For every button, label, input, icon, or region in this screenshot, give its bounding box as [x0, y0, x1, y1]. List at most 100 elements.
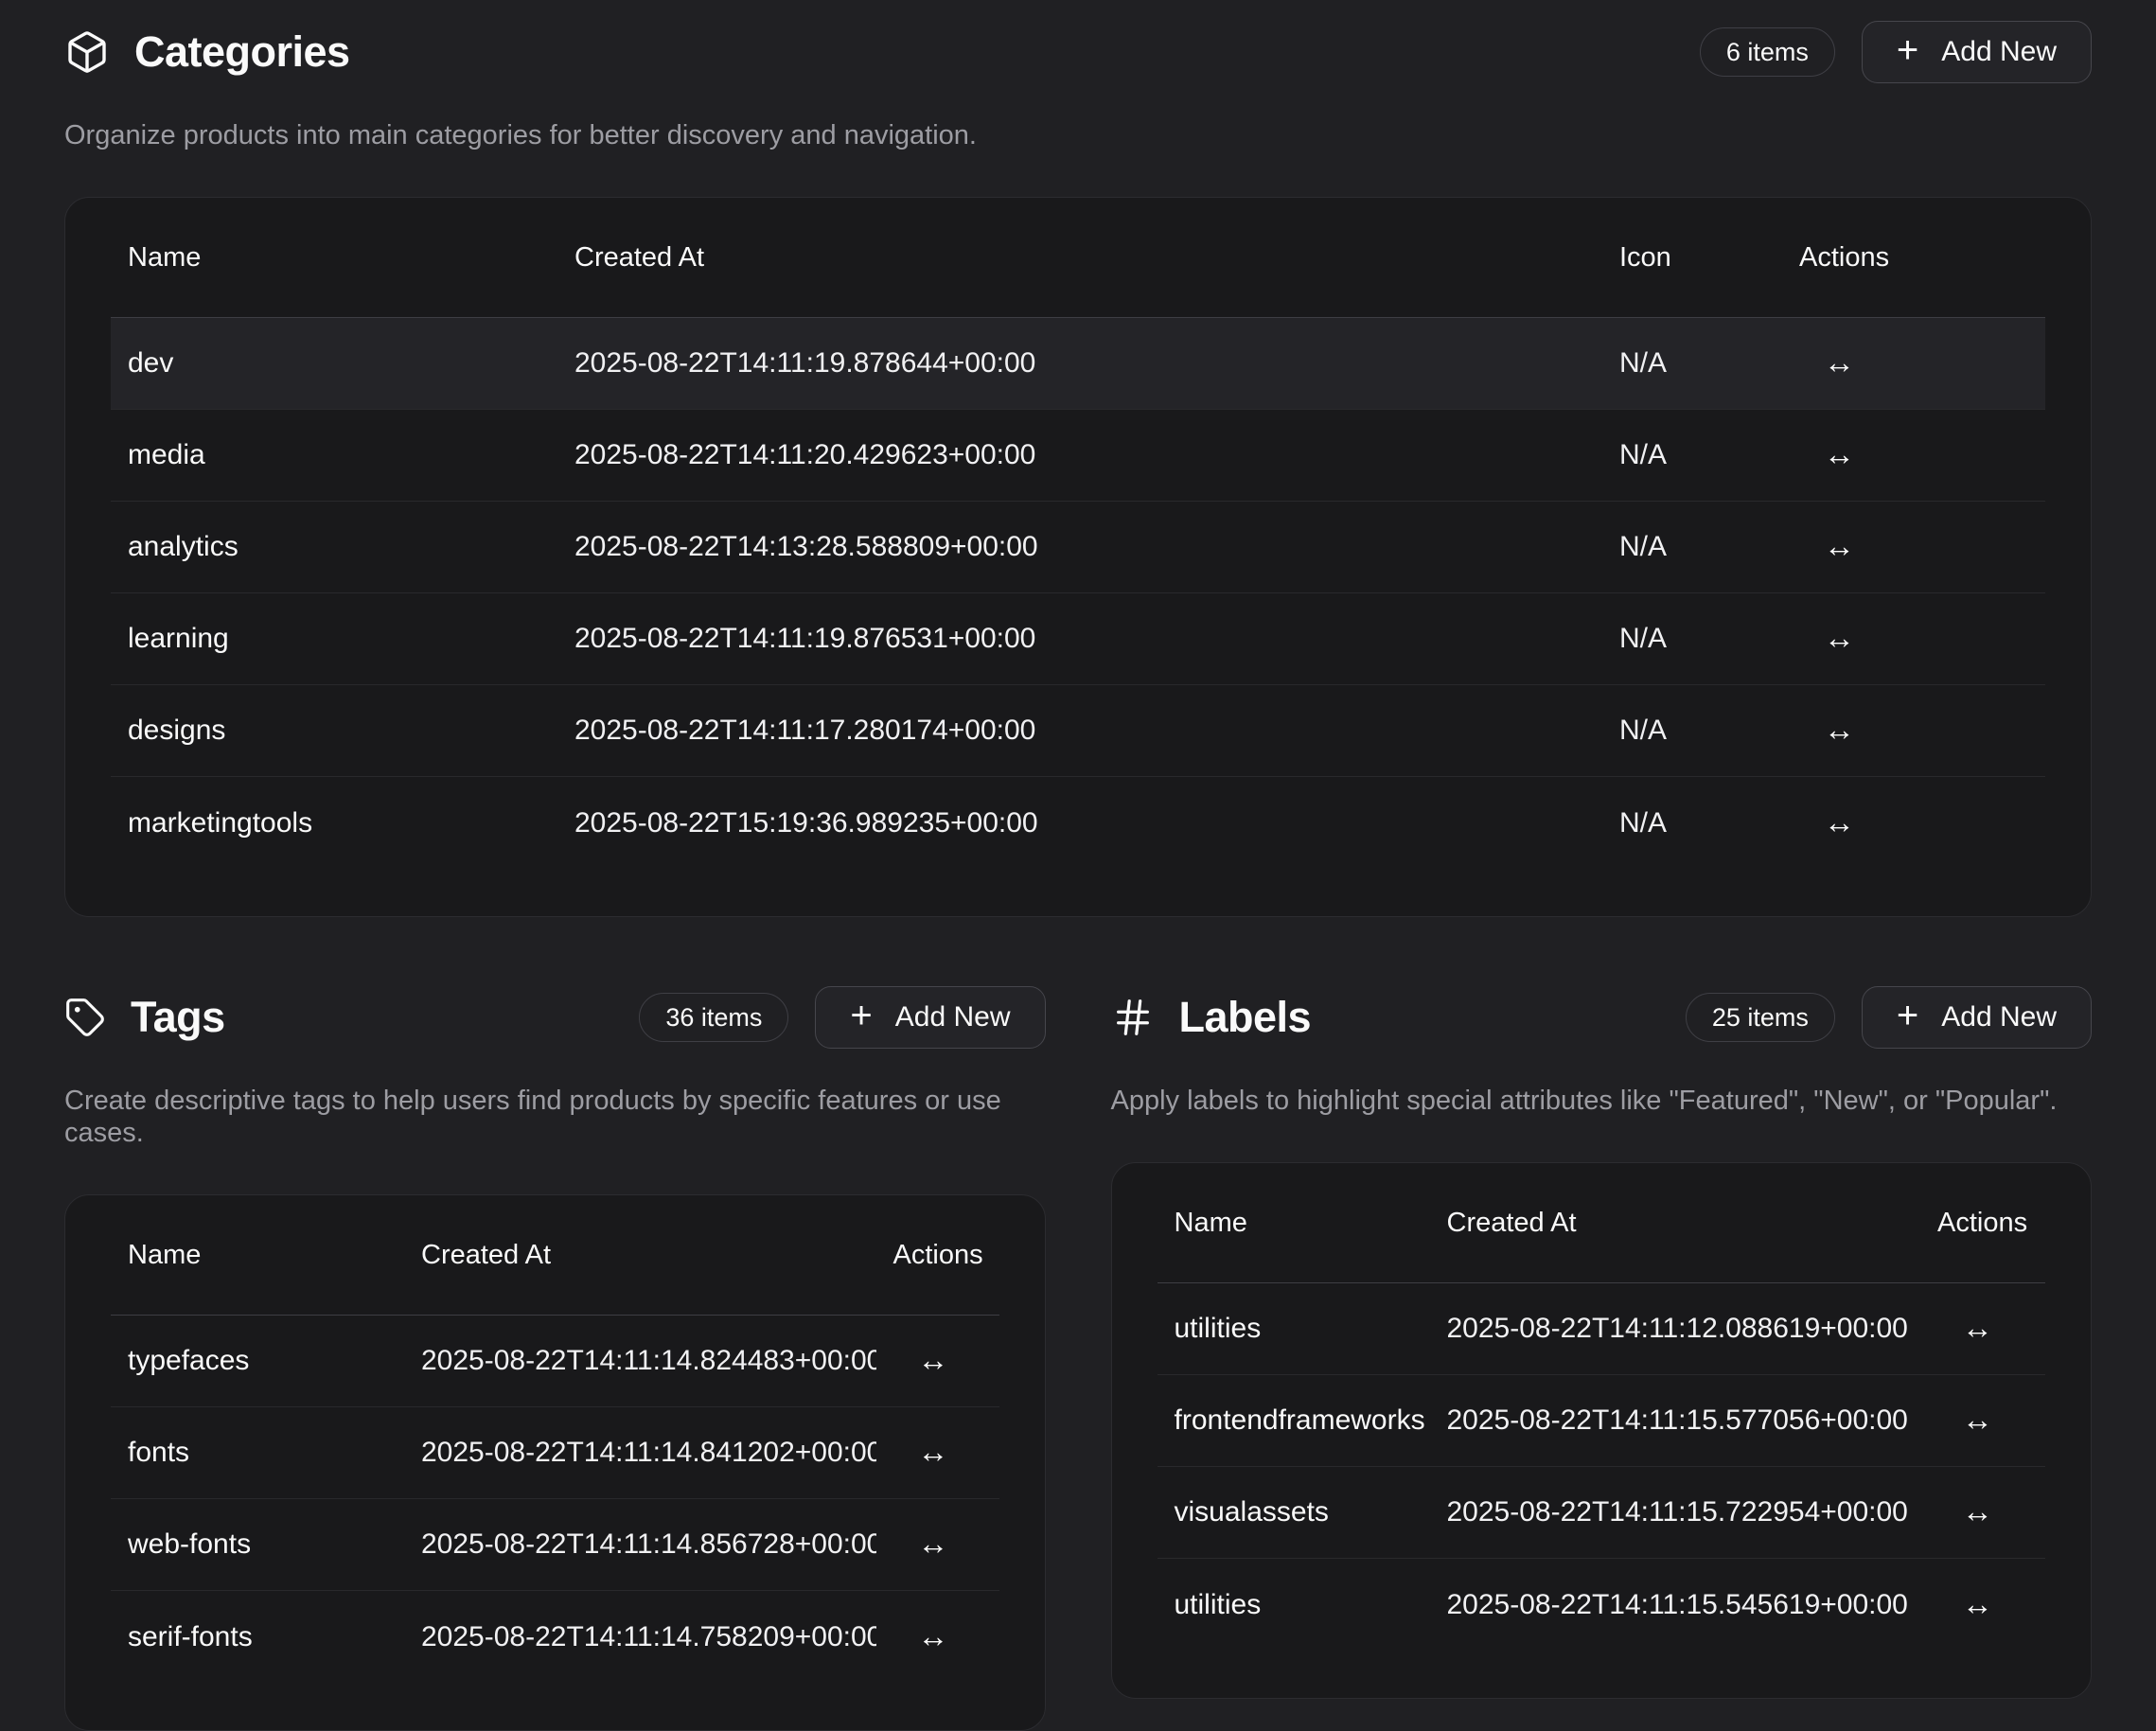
cell-actions: ↔: [1920, 1312, 2045, 1346]
left-right-arrow-icon[interactable]: ↔: [918, 1528, 949, 1561]
cell-created-at: 2025-08-22T14:11:14.824483+00:00: [404, 1345, 876, 1377]
table-row[interactable]: web-fonts 2025-08-22T14:11:14.856728+00:…: [111, 1499, 999, 1591]
labels-header: Labels 25 items + Add New: [1111, 986, 2093, 1049]
categories-header: Categories 6 items + Add New: [64, 21, 2092, 83]
cell-name: visualassets: [1158, 1496, 1430, 1528]
left-right-arrow-icon[interactable]: ↔: [1824, 714, 1855, 747]
left-right-arrow-icon[interactable]: ↔: [1962, 1404, 1993, 1437]
cell-actions: ↔: [1782, 622, 2045, 656]
tags-count-badge: 36 items: [639, 993, 788, 1042]
tags-title: Tags: [131, 993, 225, 1042]
left-right-arrow-icon[interactable]: ↔: [1824, 530, 1855, 563]
table-row[interactable]: marketingtools 2025-08-22T15:19:36.98923…: [111, 777, 2045, 869]
cell-actions: ↔: [1782, 714, 2045, 748]
left-right-arrow-icon[interactable]: ↔: [918, 1344, 949, 1377]
cell-name: frontendframeworks: [1158, 1404, 1430, 1437]
left-right-arrow-icon[interactable]: ↔: [1824, 438, 1855, 471]
cell-actions: ↔: [1920, 1495, 2045, 1529]
table-row[interactable]: visualassets 2025-08-22T14:11:15.722954+…: [1158, 1467, 2046, 1559]
left-right-arrow-icon[interactable]: ↔: [1962, 1588, 1993, 1621]
categories-table-header: Name Created At Icon Actions: [111, 198, 2045, 318]
table-row[interactable]: typefaces 2025-08-22T14:11:14.824483+00:…: [111, 1316, 999, 1407]
add-new-label: Add New: [1941, 1001, 2057, 1033]
column-header-created-at: Created At: [404, 1240, 876, 1271]
cell-icon: N/A: [1602, 531, 1782, 563]
cell-created-at: 2025-08-22T14:11:15.545619+00:00: [1430, 1589, 1921, 1621]
left-right-arrow-icon[interactable]: ↔: [918, 1436, 949, 1469]
tags-card: Name Created At Actions typefaces 2025-0…: [64, 1194, 1046, 1731]
table-row[interactable]: learning 2025-08-22T14:11:19.876531+00:0…: [111, 593, 2045, 685]
table-row[interactable]: serif-fonts 2025-08-22T14:11:14.758209+0…: [111, 1591, 999, 1683]
categories-card: Name Created At Icon Actions dev 2025-08…: [64, 197, 2092, 917]
cell-actions: ↔: [876, 1436, 999, 1470]
cell-actions: ↔: [1782, 438, 2045, 472]
cell-created-at: 2025-08-22T14:11:17.280174+00:00: [557, 715, 1602, 747]
cell-created-at: 2025-08-22T14:11:14.841202+00:00: [404, 1437, 876, 1469]
left-right-arrow-icon[interactable]: ↔: [1824, 346, 1855, 380]
categories-count-badge: 6 items: [1700, 27, 1835, 77]
labels-table: Name Created At Actions utilities 2025-0…: [1158, 1163, 2046, 1651]
categories-header-actions: 6 items + Add New: [1700, 21, 2092, 83]
table-row[interactable]: media 2025-08-22T14:11:20.429623+00:00 N…: [111, 410, 2045, 502]
bottom-sections: Tags 36 items + Add New Create descripti…: [64, 986, 2092, 1731]
cell-created-at: 2025-08-22T14:11:20.429623+00:00: [557, 439, 1602, 471]
left-right-arrow-icon[interactable]: ↔: [1824, 622, 1855, 655]
tags-table: Name Created At Actions typefaces 2025-0…: [111, 1195, 999, 1683]
column-header-actions: Actions: [1920, 1208, 2045, 1239]
cell-actions: ↔: [1920, 1588, 2045, 1622]
page: Categories 6 items + Add New Organize pr…: [0, 21, 2156, 1731]
column-header-actions: Actions: [876, 1240, 999, 1271]
cell-actions: ↔: [876, 1620, 999, 1654]
tags-table-body: typefaces 2025-08-22T14:11:14.824483+00:…: [111, 1316, 999, 1683]
cell-created-at: 2025-08-22T14:11:19.878644+00:00: [557, 347, 1602, 380]
table-row[interactable]: dev 2025-08-22T14:11:19.878644+00:00 N/A…: [111, 318, 2045, 410]
table-row[interactable]: utilities 2025-08-22T14:11:12.088619+00:…: [1158, 1283, 2046, 1375]
tags-add-new-button[interactable]: + Add New: [815, 986, 1045, 1049]
cell-name: analytics: [111, 531, 557, 563]
left-right-arrow-icon[interactable]: ↔: [1962, 1495, 1993, 1528]
plus-icon: +: [850, 997, 872, 1034]
add-new-label: Add New: [1941, 36, 2057, 68]
table-row[interactable]: frontendframeworks 2025-08-22T14:11:15.5…: [1158, 1375, 2046, 1467]
categories-title: Categories: [134, 27, 350, 77]
left-right-arrow-icon[interactable]: ↔: [1962, 1312, 1993, 1345]
cell-icon: N/A: [1602, 347, 1782, 380]
plus-icon: +: [1897, 31, 1918, 69]
labels-title: Labels: [1179, 993, 1312, 1042]
cell-created-at: 2025-08-22T14:13:28.588809+00:00: [557, 531, 1602, 563]
column-header-name: Name: [111, 1240, 404, 1271]
cell-created-at: 2025-08-22T14:11:15.722954+00:00: [1430, 1496, 1921, 1528]
cell-name: serif-fonts: [111, 1621, 404, 1653]
table-row[interactable]: utilities 2025-08-22T14:11:15.545619+00:…: [1158, 1559, 2046, 1651]
cell-name: dev: [111, 347, 557, 380]
cell-actions: ↔: [1782, 530, 2045, 564]
table-row[interactable]: analytics 2025-08-22T14:13:28.588809+00:…: [111, 502, 2045, 593]
labels-add-new-button[interactable]: + Add New: [1862, 986, 2092, 1049]
column-header-name: Name: [1158, 1208, 1430, 1239]
cell-actions: ↔: [876, 1528, 999, 1562]
categories-table-body: dev 2025-08-22T14:11:19.878644+00:00 N/A…: [111, 318, 2045, 869]
categories-add-new-button[interactable]: + Add New: [1862, 21, 2092, 83]
cell-created-at: 2025-08-22T14:11:14.856728+00:00: [404, 1528, 876, 1561]
cell-name: fonts: [111, 1437, 404, 1469]
column-header-created-at: Created At: [1430, 1208, 1921, 1239]
cell-name: media: [111, 439, 557, 471]
table-row[interactable]: designs 2025-08-22T14:11:17.280174+00:00…: [111, 685, 2045, 777]
labels-count-badge: 25 items: [1686, 993, 1835, 1042]
tags-subtitle: Create descriptive tags to help users fi…: [64, 1085, 1046, 1149]
column-header-actions: Actions: [1782, 242, 2045, 274]
column-header-name: Name: [111, 242, 557, 274]
labels-header-actions: 25 items + Add New: [1686, 986, 2092, 1049]
cell-icon: N/A: [1602, 439, 1782, 471]
left-right-arrow-icon[interactable]: ↔: [918, 1620, 949, 1653]
table-row[interactable]: fonts 2025-08-22T14:11:14.841202+00:00 ↔: [111, 1407, 999, 1499]
plus-icon: +: [1897, 997, 1918, 1034]
cell-created-at: 2025-08-22T14:11:14.758209+00:00: [404, 1621, 876, 1653]
cell-name: web-fonts: [111, 1528, 404, 1561]
cell-icon: N/A: [1602, 715, 1782, 747]
hash-icon: [1111, 996, 1155, 1039]
labels-subtitle: Apply labels to highlight special attrib…: [1111, 1085, 2093, 1117]
cell-icon: N/A: [1602, 623, 1782, 655]
left-right-arrow-icon[interactable]: ↔: [1824, 806, 1855, 839]
tag-icon: [64, 997, 106, 1038]
